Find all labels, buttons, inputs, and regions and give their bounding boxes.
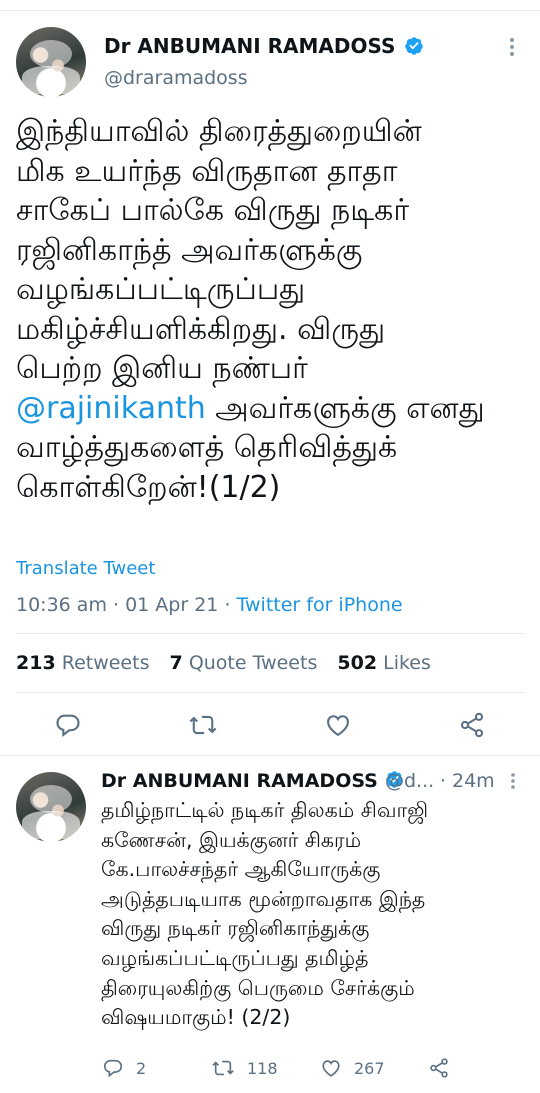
tweet-line: @rajinikanth அவர்களுக்கு எனது bbox=[16, 390, 485, 426]
tweet-meta: 10:36 am · 01 Apr 21 · Twitter for iPhon… bbox=[16, 594, 403, 616]
reply-button[interactable]: 2 bbox=[102, 1056, 146, 1080]
divider bbox=[16, 692, 524, 693]
retweets-stat[interactable]: 213 Retweets bbox=[16, 652, 149, 674]
tweet-time[interactable]: 10:36 am bbox=[16, 594, 107, 616]
tweet-line: கணேசன், இயக்குனர் சிகரம் bbox=[101, 827, 362, 852]
tweet-line: கொள்கிறேன்!(1/2) bbox=[16, 469, 281, 505]
tweet-source[interactable]: Twitter for iPhone bbox=[237, 594, 403, 616]
reply-icon bbox=[103, 1059, 123, 1078]
tweet-line: வழங்கப்பட்டிருப்பது bbox=[16, 272, 306, 307]
author-name[interactable]: Dr ANBUMANI RAMADOSS bbox=[104, 34, 424, 58]
retweet-button[interactable]: 118 bbox=[211, 1056, 278, 1080]
likes-stat[interactable]: 502 Likes bbox=[337, 652, 431, 674]
tweet-line: பெற்ற இனிய நண்பர் bbox=[16, 351, 308, 386]
share-icon[interactable] bbox=[458, 711, 486, 743]
reply-age[interactable]: 24m bbox=[452, 770, 495, 792]
more-icon[interactable] bbox=[506, 37, 518, 57]
reply-author-name[interactable]: Dr ANBUMANI RAMADOSS bbox=[101, 770, 404, 792]
top-divider bbox=[0, 10, 540, 11]
heart-icon[interactable] bbox=[324, 711, 352, 743]
heart-icon bbox=[322, 1060, 340, 1077]
tweet-stats: 213 Retweets 7 Quote Tweets 502 Likes bbox=[16, 652, 431, 674]
tweet-date[interactable]: 01 Apr 21 bbox=[125, 594, 218, 616]
tweet-line: மிக உயர்ந்த விருதான தாதா bbox=[16, 153, 398, 189]
tweet-line: வாழ்த்துகளைத் தெரிவித்துக் bbox=[16, 430, 398, 465]
divider bbox=[16, 633, 524, 634]
reply-author-handle[interactable]: @d... bbox=[385, 770, 434, 792]
tweet-line: விஷயமாகும்! (2/2) bbox=[101, 1005, 291, 1030]
share-icon bbox=[430, 1058, 448, 1078]
tweet-line: மகிழ்ச்சியளிக்கிறது. விருது bbox=[16, 311, 386, 347]
tweet-line: ரஜினிகாந்த் அவர்களுக்கு bbox=[16, 232, 363, 268]
retweet-icon[interactable] bbox=[188, 711, 218, 743]
divider bbox=[0, 755, 540, 756]
like-button[interactable]: 267 bbox=[320, 1056, 385, 1080]
mention-link[interactable]: @rajinikanth bbox=[16, 391, 206, 426]
like-count: 267 bbox=[354, 1058, 385, 1078]
tweet-line: சாகேப் பால்கே விருது நடிகர் bbox=[16, 193, 410, 228]
tweet-line: இந்தியாவில் திரைத்துறையின் bbox=[16, 114, 422, 149]
author-handle[interactable]: @draramadoss bbox=[104, 67, 248, 89]
tweet-line: கே.பாலச்சந்தர் ஆகியோருக்கு bbox=[101, 857, 381, 882]
retweet-count: 118 bbox=[247, 1058, 278, 1078]
tweet-line: திரையுலகிற்கு பெருமை சேர்க்கும் bbox=[101, 975, 415, 1000]
verified-badge-icon bbox=[405, 36, 424, 55]
tweet-text: இந்தியாவில் திரைத்துறையின் மிக உயர்ந்த வ… bbox=[16, 112, 526, 507]
reply-count: 2 bbox=[136, 1058, 147, 1078]
share-button[interactable] bbox=[428, 1056, 450, 1080]
quote-tweets-stat[interactable]: 7 Quote Tweets bbox=[170, 652, 318, 674]
reply-tweet-text: தமிழ்நாட்டில் நடிகர் திலகம் சிவாஜி கணேசன… bbox=[101, 796, 531, 1033]
tweet-line: தமிழ்நாட்டில் நடிகர் திலகம் சிவாஜி bbox=[101, 798, 429, 822]
more-icon[interactable] bbox=[508, 772, 518, 790]
avatar[interactable] bbox=[16, 772, 86, 842]
reply-icon[interactable] bbox=[54, 711, 82, 743]
tweet-line: அடுத்தபடியாக மூன்றாவதாக இந்த bbox=[101, 886, 426, 911]
reply-dot: · bbox=[440, 770, 447, 792]
tweet-line: விருது நடிகர் ரஜினிகாந்துக்கு bbox=[101, 916, 370, 941]
retweet-icon bbox=[212, 1060, 234, 1076]
avatar[interactable] bbox=[16, 27, 86, 97]
tweet-line: வழங்கப்பட்டிருப்பது தமிழ்த் bbox=[101, 945, 369, 970]
translate-tweet-link[interactable]: Translate Tweet bbox=[16, 558, 155, 579]
